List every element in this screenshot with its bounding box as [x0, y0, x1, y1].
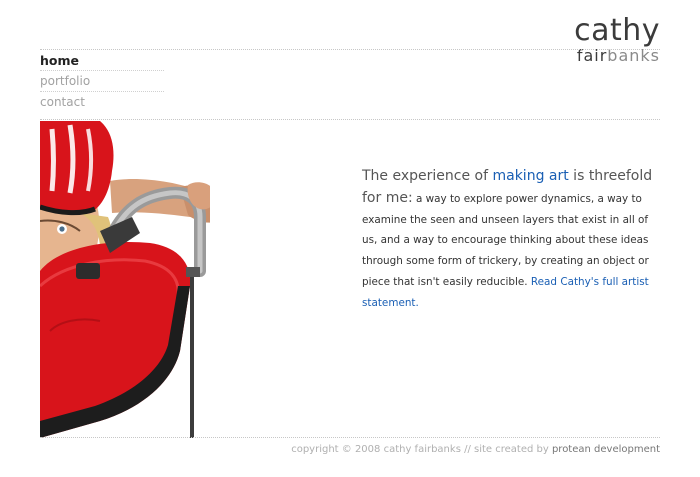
hero-photo — [40, 121, 210, 438]
footer-copyright: copyright © 2008 cathy fairbanks // site… — [291, 444, 552, 455]
footer-divider — [40, 437, 660, 438]
statement-lead-part1: The experience of — [362, 168, 493, 184]
artist-with-vacuum-illustration — [40, 121, 210, 438]
site-logo[interactable]: cathy fairbanks — [574, 14, 660, 66]
main-nav: home portfolio contact — [40, 50, 164, 112]
footer: copyright © 2008 cathy fairbanks // site… — [291, 444, 660, 455]
nav-item-contact[interactable]: contact — [40, 92, 164, 112]
statement-highlight: making art — [492, 168, 569, 184]
nav-item-portfolio[interactable]: portfolio — [40, 71, 164, 92]
logo-first-name: cathy — [574, 13, 660, 48]
nav-item-home[interactable]: home — [40, 50, 164, 71]
footer-credit-link[interactable]: protean development — [552, 444, 660, 455]
artist-statement: The experience of making art is threefol… — [362, 166, 662, 314]
statement-body: a way to explore power dynamics, a way t… — [362, 192, 649, 288]
content-top-divider — [40, 119, 660, 120]
